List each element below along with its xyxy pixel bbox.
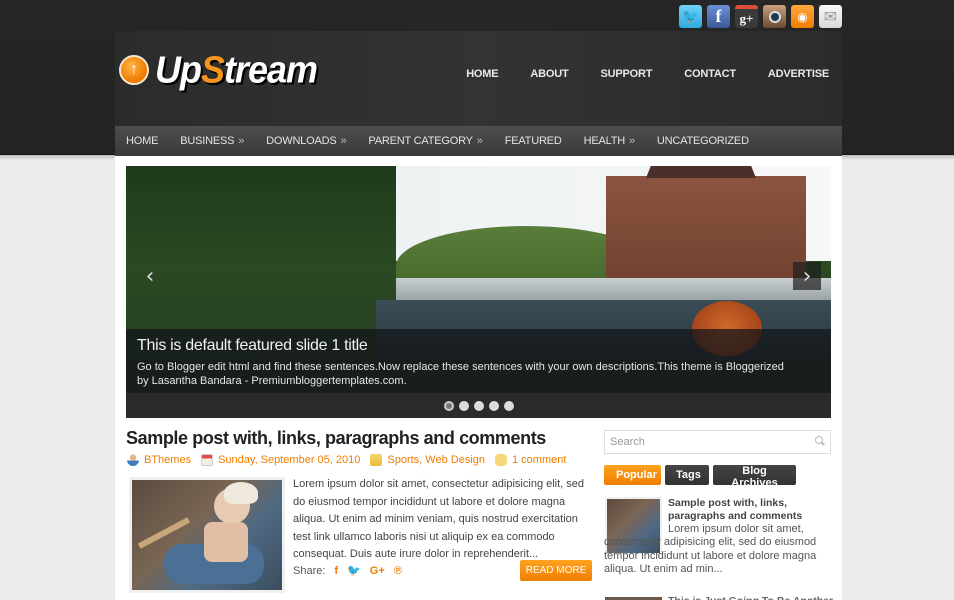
share-pinterest-icon[interactable]: ℗ <box>394 565 402 577</box>
slide-title[interactable]: This is default featured slide 1 title <box>137 337 820 355</box>
submenu-arrow-icon: » <box>628 135 635 147</box>
search-input[interactable] <box>610 436 810 448</box>
submenu-arrow-icon: » <box>340 135 347 147</box>
main-nav-health[interactable]: HEALTH» <box>584 135 636 147</box>
slide-caption: This is default featured slide 1 title G… <box>126 329 831 393</box>
facebook-icon[interactable]: f <box>707 5 730 28</box>
popular-post-title[interactable]: Sample post with, links, paragraphs and … <box>668 497 833 523</box>
post-date[interactable]: Sunday, September 05, 2010 <box>218 454 360 466</box>
rss-icon[interactable]: ◉ <box>791 5 814 28</box>
top-nav-home[interactable]: HOME <box>466 68 498 80</box>
folder-icon <box>370 454 383 466</box>
submenu-arrow-icon: » <box>476 135 483 147</box>
tab-blog-archives[interactable]: Blog Archives <box>713 465 796 489</box>
main-nav-business[interactable]: BUSINESS» <box>180 135 244 147</box>
email-icon[interactable]: ✉ <box>819 5 842 28</box>
comment-icon <box>495 454 507 466</box>
twitter-icon[interactable]: 🐦 <box>679 5 702 28</box>
slider-pagination <box>126 393 831 418</box>
slider-next-icon[interactable]: › <box>793 262 821 290</box>
slider-dot[interactable] <box>473 400 484 411</box>
post-title[interactable]: Sample post with, links, paragraphs and … <box>126 428 546 449</box>
post-labels[interactable]: Sports, Web Design <box>387 454 485 466</box>
post-thumbnail[interactable] <box>129 477 285 593</box>
site-logo[interactable]: ↑ UpStream <box>119 47 318 91</box>
slide-description: Go to Blogger edit html and find these s… <box>137 361 784 387</box>
submenu-arrow-icon: » <box>238 135 245 147</box>
top-nav-about[interactable]: ABOUT <box>530 68 568 80</box>
logo-text: UpStream <box>155 47 318 91</box>
author-icon <box>127 454 139 466</box>
share-bar: Share: f 🐦 G+ ℗ <box>293 564 402 578</box>
search-icon[interactable] <box>815 436 825 446</box>
tab-tags[interactable]: Tags <box>665 465 709 485</box>
main-nav-home[interactable]: HOME <box>126 135 158 147</box>
thumb-hat <box>224 482 258 504</box>
post-author[interactable]: BThemes <box>144 454 191 466</box>
popular-post-title[interactable]: This is Just Going To Be Another... <box>668 595 841 600</box>
share-google-plus-icon[interactable]: G+ <box>370 565 385 577</box>
main-nav-parent-category[interactable]: PARENT CATEGORY» <box>368 135 482 147</box>
calendar-icon <box>201 454 214 466</box>
sidebar-tabs: Popular Tags Blog Archives <box>604 465 796 489</box>
main-nav-downloads[interactable]: DOWNLOADS» <box>266 135 346 147</box>
slider-dot[interactable] <box>458 400 469 411</box>
read-more-button[interactable]: READ MORE <box>520 560 592 581</box>
slider-dot[interactable] <box>503 400 514 411</box>
main-nav-uncategorized[interactable]: UNCATEGORIZED <box>657 135 749 147</box>
slider-prev-icon[interactable]: ‹ <box>136 262 164 290</box>
main-nav: HOME BUSINESS» DOWNLOADS» PARENT CATEGOR… <box>115 126 842 156</box>
google-plus-icon[interactable]: g+ <box>735 5 758 28</box>
main-nav-featured[interactable]: FEATURED <box>505 135 562 147</box>
top-nav-contact[interactable]: CONTACT <box>684 68 736 80</box>
tab-popular[interactable]: Popular <box>604 465 661 485</box>
slider-dot[interactable] <box>443 400 454 411</box>
post-meta: BThemes Sunday, September 05, 2010 Sport… <box>127 454 576 466</box>
post-excerpt: Lorem ipsum dolor sit amet, consectetur … <box>293 478 585 560</box>
top-nav: HOME ABOUT SUPPORT CONTACT ADVERTISE <box>434 68 829 80</box>
share-twitter-icon[interactable]: 🐦 <box>347 564 361 577</box>
slider-dot[interactable] <box>488 400 499 411</box>
social-icons: 🐦 f g+ ◉ ✉ <box>679 5 842 28</box>
popular-post-excerpt: Lorem ipsum dolor sit amet, consectetur … <box>604 523 817 575</box>
post-comments[interactable]: 1 comment <box>512 454 566 466</box>
top-nav-advertise[interactable]: ADVERTISE <box>768 68 829 80</box>
logo-arrow-icon: ↑ <box>119 55 149 85</box>
instagram-icon[interactable] <box>763 5 786 28</box>
share-facebook-icon[interactable]: f <box>334 565 338 577</box>
share-label: Share: <box>293 564 326 577</box>
slide-image-bridge <box>396 278 831 300</box>
search-box <box>604 430 831 454</box>
featured-slider[interactable]: ‹ › This is default featured slide 1 tit… <box>126 166 831 418</box>
top-nav-support[interactable]: SUPPORT <box>601 68 653 80</box>
thumb-body <box>204 522 248 562</box>
